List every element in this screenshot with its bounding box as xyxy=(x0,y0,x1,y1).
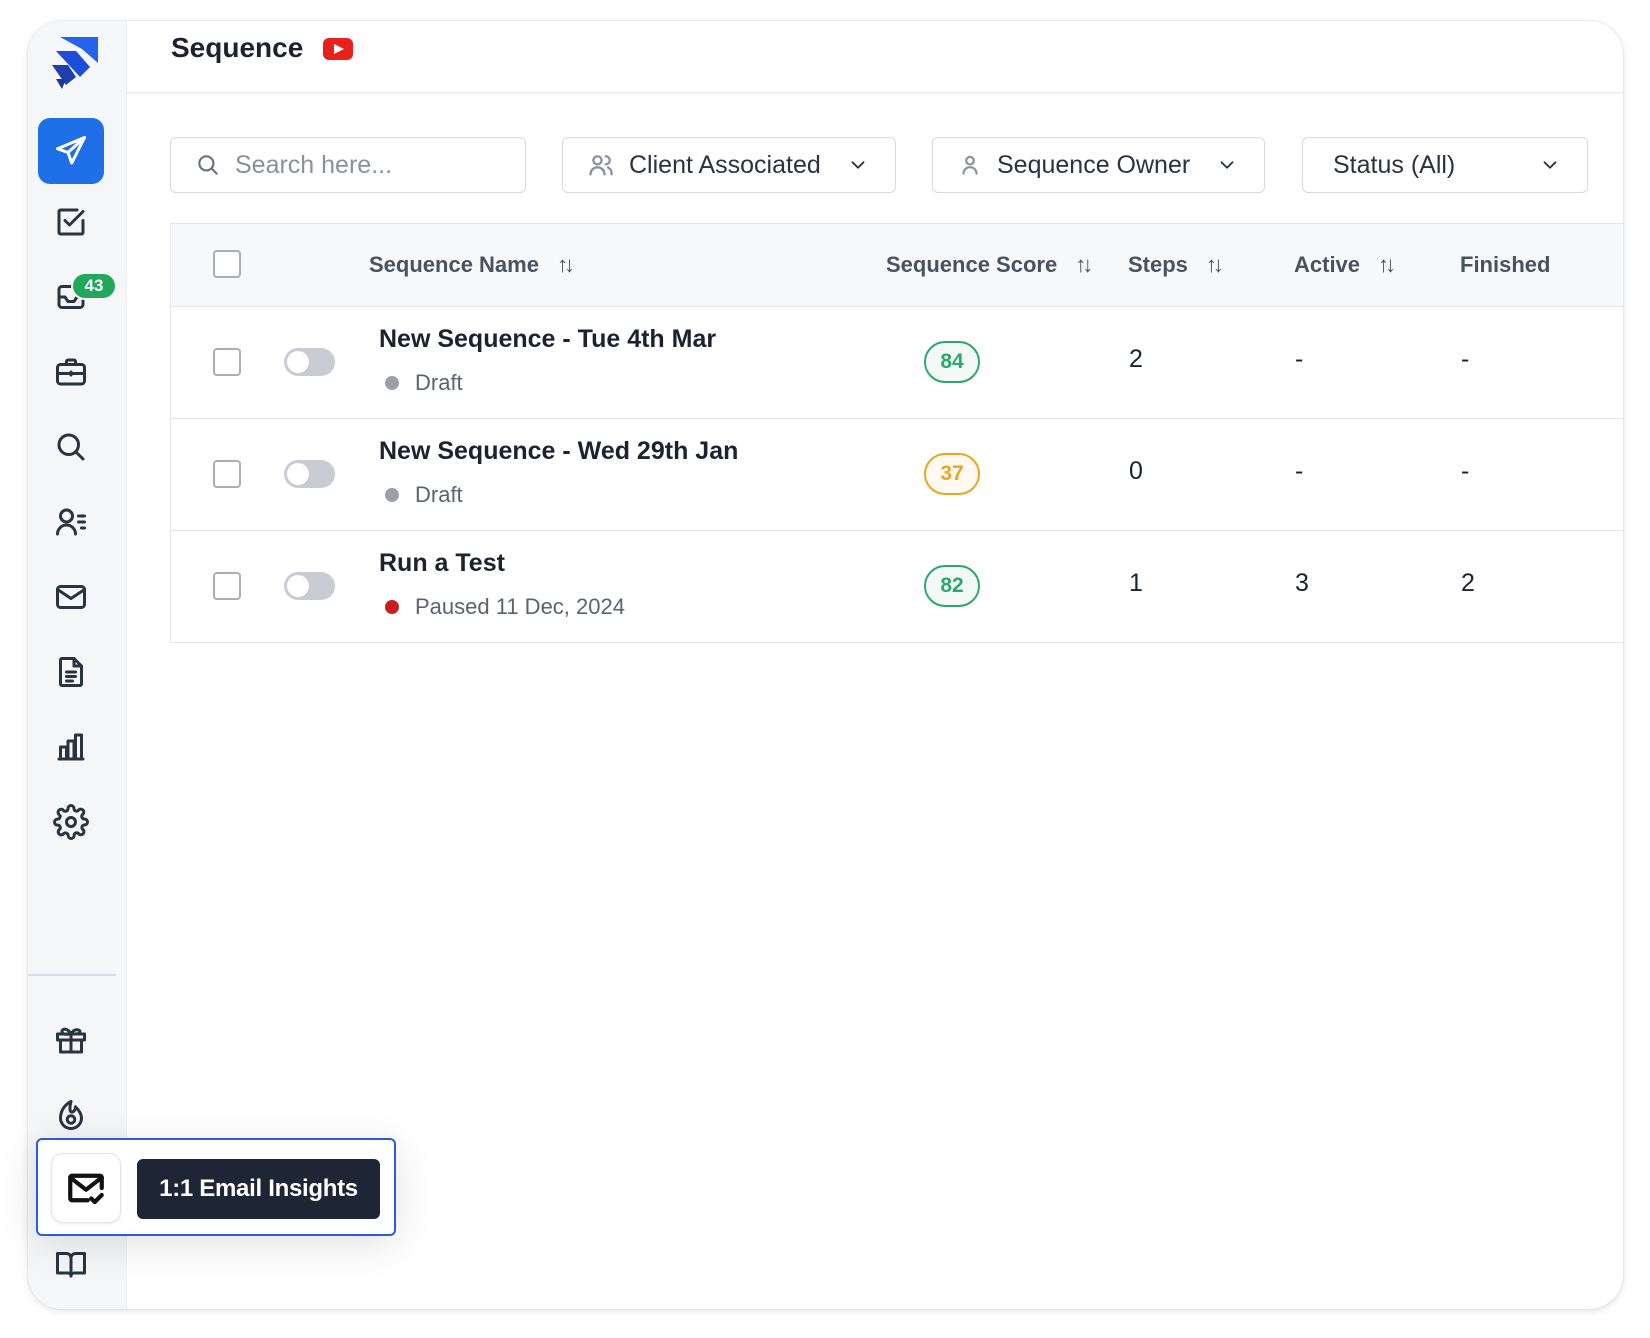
sidebar: 43 xyxy=(28,21,127,1309)
table-row[interactable]: New Sequence - Wed 29th Jan Draft 37 0 -… xyxy=(171,419,1623,531)
sort-icon[interactable]: ↑↓ xyxy=(557,252,575,278)
sidebar-item-reports[interactable] xyxy=(38,714,104,780)
steps-value: 2 xyxy=(1129,345,1143,373)
sequence-owner-label: Sequence Owner xyxy=(997,150,1191,179)
mail-icon xyxy=(56,585,86,609)
finished-value: 2 xyxy=(1461,569,1475,597)
sidebar-item-deals[interactable] xyxy=(38,339,104,405)
page-header: Sequence xyxy=(127,21,1623,93)
search-placeholder: Search here... xyxy=(235,150,393,179)
finished-value: - xyxy=(1461,457,1470,485)
mail-check-icon xyxy=(68,1173,104,1205)
document-icon xyxy=(59,657,83,687)
briefcase-icon xyxy=(56,358,86,386)
sequence-status: Paused 11 Dec, 2024 xyxy=(385,594,625,620)
table-header: Sequence Name ↑↓ Sequence Score ↑↓ Steps… xyxy=(171,224,1623,307)
score-badge: 84 xyxy=(924,341,980,383)
status-label: Status (All) xyxy=(1333,150,1456,179)
sidebar-item-contacts[interactable] xyxy=(38,489,104,555)
sidebar-item-email-insights[interactable] xyxy=(51,1153,121,1223)
status-dot xyxy=(385,376,399,390)
sidebar-item-prospect-search[interactable] xyxy=(38,414,104,480)
column-header-steps[interactable]: Steps ↑↓ xyxy=(1128,252,1224,278)
steps-value: 0 xyxy=(1129,457,1143,485)
active-value: 3 xyxy=(1295,569,1309,597)
sort-icon[interactable]: ↑↓ xyxy=(1075,252,1093,278)
sequence-name[interactable]: New Sequence - Wed 29th Jan xyxy=(379,437,738,466)
client-associated-label: Client Associated xyxy=(629,150,821,179)
search-icon xyxy=(57,433,85,461)
app-logo[interactable] xyxy=(46,33,106,93)
sequence-name[interactable]: New Sequence - Tue 4th Mar xyxy=(379,325,716,354)
notification-badge: 43 xyxy=(71,272,117,300)
gift-icon xyxy=(56,1027,86,1054)
score-badge: 37 xyxy=(924,453,980,495)
select-all-checkbox[interactable] xyxy=(213,250,241,278)
finished-value: - xyxy=(1461,345,1470,373)
sidebar-item-rewards[interactable] xyxy=(38,1007,104,1073)
sequence-owner-dropdown[interactable]: Sequence Owner xyxy=(932,137,1265,193)
row-checkbox[interactable] xyxy=(213,348,241,376)
sequence-status: Draft xyxy=(385,370,463,396)
steps-value: 1 xyxy=(1129,569,1143,597)
sort-icon[interactable]: ↑↓ xyxy=(1378,252,1396,278)
sequence-toggle[interactable] xyxy=(284,348,335,376)
checkbox-icon xyxy=(57,208,85,236)
row-checkbox[interactable] xyxy=(213,572,241,600)
gear-icon xyxy=(53,804,89,840)
column-header-name[interactable]: Sequence Name ↑↓ xyxy=(369,252,575,278)
client-associated-dropdown[interactable]: Client Associated xyxy=(562,137,896,193)
sidebar-divider xyxy=(28,974,116,976)
sequence-toggle[interactable] xyxy=(284,460,335,488)
active-value: - xyxy=(1295,457,1304,485)
email-insights-tooltip: 1:1 Email Insights xyxy=(137,1159,380,1219)
sidebar-item-sequences[interactable] xyxy=(38,118,104,184)
book-icon xyxy=(56,1252,86,1278)
status-dot xyxy=(385,600,399,614)
fire-icon xyxy=(59,1100,83,1130)
sequence-table: Sequence Name ↑↓ Sequence Score ↑↓ Steps… xyxy=(170,223,1623,643)
search-input[interactable]: Search here... xyxy=(170,137,526,193)
status-dropdown[interactable]: Status (All) xyxy=(1302,137,1588,193)
column-header-active[interactable]: Active ↑↓ xyxy=(1294,252,1396,278)
sidebar-item-templates[interactable] xyxy=(38,639,104,705)
sidebar-item-inbox[interactable]: 43 xyxy=(38,264,117,330)
users-icon xyxy=(589,155,613,176)
sort-icon[interactable]: ↑↓ xyxy=(1206,252,1224,278)
sidebar-item-settings[interactable] xyxy=(38,789,104,855)
sequence-name[interactable]: Run a Test xyxy=(379,549,505,578)
user-icon xyxy=(962,155,978,175)
contact-list-icon xyxy=(56,508,86,536)
score-badge: 82 xyxy=(924,565,980,607)
status-dot xyxy=(385,488,399,502)
paper-plane-icon xyxy=(56,136,86,165)
column-header-finished[interactable]: Finished xyxy=(1460,252,1550,278)
search-icon xyxy=(198,155,218,175)
sidebar-item-help[interactable] xyxy=(38,1231,104,1297)
table-row[interactable]: Run a Test Paused 11 Dec, 2024 82 1 3 2 xyxy=(171,531,1623,643)
email-insights-highlight: 1:1 Email Insights xyxy=(36,1138,396,1236)
sidebar-item-tasks[interactable] xyxy=(38,189,104,255)
bar-chart-icon xyxy=(57,733,85,761)
chevron-down-icon xyxy=(1543,161,1557,169)
sequence-status: Draft xyxy=(385,482,463,508)
column-header-score[interactable]: Sequence Score ↑↓ xyxy=(886,252,1093,278)
chevron-down-icon xyxy=(1220,161,1234,169)
youtube-icon[interactable] xyxy=(323,38,353,60)
app-window: 43 Sequence Search here... Client Associ… xyxy=(28,21,1623,1309)
row-checkbox[interactable] xyxy=(213,460,241,488)
chevron-down-icon xyxy=(851,161,865,169)
active-value: - xyxy=(1295,345,1304,373)
page-title: Sequence xyxy=(171,32,304,63)
sidebar-item-email[interactable] xyxy=(38,564,104,630)
table-row[interactable]: New Sequence - Tue 4th Mar Draft 84 2 - … xyxy=(171,307,1623,419)
sequence-toggle[interactable] xyxy=(284,572,335,600)
